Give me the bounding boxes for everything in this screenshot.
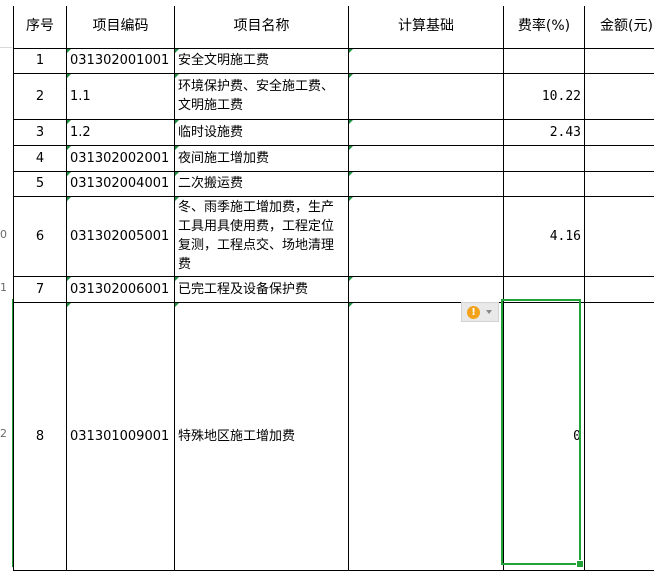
cell-name[interactable]: 二次搬运费 [175, 171, 349, 196]
cell-amount[interactable] [585, 171, 654, 196]
cell-code[interactable]: 031302006001 [67, 276, 175, 302]
cell-amount[interactable] [585, 119, 654, 145]
cell-name[interactable]: 已完工程及设备保护费 [175, 276, 349, 302]
fee-table: 序号 项目编码 项目名称 计算基础 费率(%) 金额(元) 1 03130200… [13, 6, 654, 571]
cell-rate[interactable] [504, 171, 585, 196]
header-amount[interactable]: 金额(元) [585, 6, 654, 48]
table-row: 2 1.1 环境保护费、安全施工费、文明施工费 10.22 [14, 73, 654, 119]
table-row: 4 031302002001 夜间施工增加费 [14, 145, 654, 171]
chevron-down-icon [486, 310, 492, 314]
cell-seq[interactable]: 6 [14, 196, 67, 276]
cell-basis[interactable] [349, 171, 504, 196]
cell-seq[interactable]: 5 [14, 171, 67, 196]
row-header-label[interactable]: 1 [0, 281, 12, 294]
header-name[interactable]: 项目名称 [175, 6, 349, 48]
cell-basis[interactable] [349, 196, 504, 276]
cell-rate[interactable] [504, 48, 585, 73]
row-header-label[interactable]: 0 [0, 228, 12, 241]
cell-code[interactable]: 031302004001 [67, 171, 175, 196]
cell-name[interactable]: 临时设施费 [175, 119, 349, 145]
cell-amount[interactable] [585, 48, 654, 73]
cell-basis[interactable] [349, 276, 504, 302]
cell-seq[interactable]: 8 [14, 302, 67, 570]
cell-seq[interactable]: 1 [14, 48, 67, 73]
cell-code[interactable]: 031302005001 [67, 196, 175, 276]
header-code[interactable]: 项目编码 [67, 6, 175, 48]
table-row: 8 031301009001 特殊地区施工增加费 0 [14, 302, 654, 570]
row-header-divider [0, 47, 12, 48]
cell-rate[interactable] [504, 145, 585, 171]
row-header-label[interactable]: 2 [0, 427, 12, 440]
cell-rate[interactable]: 4.16 [504, 196, 585, 276]
cell-basis[interactable] [349, 73, 504, 119]
cell-code[interactable]: 031302001001 [67, 48, 175, 73]
table-row: 1 031302001001 安全文明施工费 [14, 48, 654, 73]
cell-seq[interactable]: 7 [14, 276, 67, 302]
cell-seq[interactable]: 3 [14, 119, 67, 145]
cell-amount[interactable] [585, 302, 654, 570]
cell-amount[interactable] [585, 145, 654, 171]
cell-amount[interactable] [585, 73, 654, 119]
table-row: 6 031302005001 冬、雨季施工增加费，生产工具用具使用费，工程定位复… [14, 196, 654, 276]
cell-basis[interactable] [349, 145, 504, 171]
cell-amount[interactable] [585, 196, 654, 276]
header-basis[interactable]: 计算基础 [349, 6, 504, 48]
cell-seq[interactable]: 2 [14, 73, 67, 119]
cell-code[interactable]: 1.1 [67, 73, 175, 119]
cell-code[interactable]: 031302002001 [67, 145, 175, 171]
cell-rate[interactable]: 10.22 [504, 73, 585, 119]
cell-seq[interactable]: 4 [14, 145, 67, 171]
cell-name[interactable]: 环境保护费、安全施工费、文明施工费 [175, 73, 349, 119]
cell-code[interactable]: 1.2 [67, 119, 175, 145]
table-header-row: 序号 项目编码 项目名称 计算基础 费率(%) 金额(元) [14, 6, 654, 48]
header-rate[interactable]: 费率(%) [504, 6, 585, 48]
table-row: 3 1.2 临时设施费 2.43 [14, 119, 654, 145]
cell-name[interactable]: 冬、雨季施工增加费，生产工具用具使用费，工程定位复测，工程点交、场地清理费 [175, 196, 349, 276]
cell-rate-selected[interactable]: 0 [504, 302, 585, 570]
warning-icon: ! [467, 306, 480, 319]
cell-rate[interactable]: 2.43 [504, 119, 585, 145]
fill-handle[interactable] [576, 560, 584, 568]
error-check-button[interactable]: ! [461, 302, 499, 322]
cell-rate[interactable] [504, 276, 585, 302]
table-row: 5 031302004001 二次搬运费 [14, 171, 654, 196]
table-row: 7 031302006001 已完工程及设备保护费 [14, 276, 654, 302]
cell-basis[interactable] [349, 119, 504, 145]
spreadsheet: 0 1 2 序号 项目编码 项目名称 计算基础 费率(%) 金额(元) 1 03… [0, 0, 654, 569]
cell-name[interactable]: 特殊地区施工增加费 [175, 302, 349, 570]
cell-name[interactable]: 夜间施工增加费 [175, 145, 349, 171]
cell-basis[interactable] [349, 302, 504, 570]
cell-amount[interactable] [585, 276, 654, 302]
cell-code[interactable]: 031301009001 [67, 302, 175, 570]
cell-name[interactable]: 安全文明施工费 [175, 48, 349, 73]
header-seq[interactable]: 序号 [14, 6, 67, 48]
cell-basis[interactable] [349, 48, 504, 73]
